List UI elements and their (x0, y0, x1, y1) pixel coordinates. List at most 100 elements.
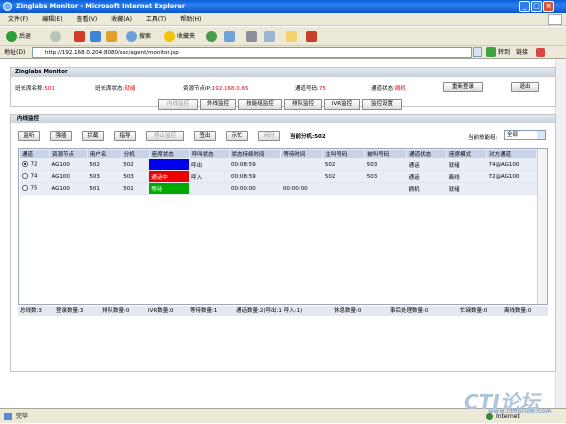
stop-icon (74, 31, 85, 42)
menu-favorites[interactable]: 收藏(A) (111, 16, 132, 23)
column-header[interactable]: 资源节点 (48, 149, 88, 159)
go-arrow-icon[interactable] (486, 47, 496, 57)
stats-bar: 总线数:3 登录数量:3 排队数量:0 IVR数量:0 等待数量:1 通话数量:2(呼出:… (18, 306, 548, 316)
cell-mode: 离线 (446, 170, 487, 183)
tab-settings[interactable]: 监控设置 (362, 99, 402, 110)
relogin-button[interactable]: 重新登录 (443, 82, 483, 92)
tab-external[interactable]: 外线监控 (200, 99, 236, 110)
cell-call: 呼出 (189, 158, 230, 171)
home-button[interactable] (106, 30, 117, 43)
refresh-icon (90, 31, 101, 42)
tab-skillgroup[interactable]: 技能组监控 (238, 99, 282, 110)
intercept-button[interactable]: 拦截 (82, 131, 104, 141)
ip-label: 资源节点IP: (183, 86, 212, 92)
grid-scrollbar[interactable] (537, 149, 547, 304)
address-dropdown-icon[interactable] (473, 47, 482, 57)
cell-callee: 503 (364, 170, 407, 183)
mail-button[interactable] (224, 30, 235, 43)
column-header[interactable]: 用户名 (86, 149, 122, 159)
maximize-button[interactable]: □ (531, 1, 542, 12)
stat-item: 休息数量:0 (334, 308, 362, 314)
table-row[interactable]: 72 AG100 502 502 呼出 00:08:59 502 503 通话 就绪 74@AG10… (19, 158, 537, 171)
page-icon (4, 413, 12, 420)
coach-button[interactable]: 指导 (114, 131, 136, 141)
column-header[interactable]: 对方通道 (485, 149, 538, 159)
go-button[interactable]: 转到 (498, 46, 510, 59)
address-bar: 地址(D) http://192.168.0.204:8080/ssc/agen… (0, 46, 566, 59)
cell-callee (364, 182, 407, 195)
cell-mode: 就绪 (446, 182, 487, 195)
favorites-button[interactable]: 收藏夹 (164, 30, 195, 43)
state-label: 班长席状态: (95, 86, 125, 92)
table-row[interactable]: 75 AG100 501 501 等待 00:00:00 00:00:00 摘机 就绪 (19, 182, 537, 195)
address-input[interactable]: http://192.168.0.204:8080/ssc/agent/moni… (32, 47, 472, 58)
tab-queue[interactable]: 排队监控 (284, 99, 322, 110)
menu-edit[interactable]: 编辑(E) (42, 16, 62, 23)
agent-grid: 通道 资源节点 用户名 分机 座席状态 呼叫状态 状态持续时间 等待时间 主叫号码 被叫号码 通道状… (18, 148, 548, 305)
column-header[interactable]: 座席模式 (446, 149, 487, 159)
history-button[interactable] (206, 30, 219, 43)
links-button[interactable]: 链接 (516, 46, 528, 59)
cell-ext: 501 (121, 182, 150, 195)
channel-number: 75 (30, 185, 38, 192)
folder-button[interactable] (286, 30, 297, 43)
idle-button[interactable]: 闲时 (258, 131, 280, 141)
back-button[interactable]: 后退 (6, 30, 31, 43)
barge-button[interactable]: 强插 (50, 131, 72, 141)
page-scrollbar[interactable] (555, 59, 566, 408)
cell-caller: 502 (322, 158, 365, 171)
menu-tools[interactable]: 工具(T) (146, 16, 166, 23)
channel-value: 75 (318, 86, 326, 92)
channel-number: 72 (30, 161, 38, 168)
stat-item: 登录数量:3 (56, 308, 84, 314)
row-radio[interactable] (21, 185, 28, 192)
current-ext: 当前分机:502 (290, 134, 326, 140)
close-button[interactable]: × (543, 1, 554, 12)
tab-internal[interactable]: 内线监控 (158, 99, 198, 110)
cell-call (189, 182, 230, 195)
row-radio[interactable] (21, 173, 28, 180)
stat-item: 排队数量:0 (102, 308, 130, 314)
signout-button[interactable]: 签出 (194, 131, 216, 141)
column-header[interactable]: 通道状态 (406, 149, 448, 159)
table-row[interactable]: 74 AG100 503 503 通话中 呼入 00:08:59 502 503 通话 离线 72@A… (19, 170, 537, 183)
stop-button[interactable] (74, 30, 85, 43)
stop-monitor-button[interactable]: 停止监控 (146, 131, 184, 141)
tab-ivr[interactable]: IVR监控 (324, 99, 360, 110)
exit-button[interactable]: 退出 (511, 82, 539, 92)
column-header[interactable]: 被叫号码 (364, 149, 408, 159)
column-header[interactable]: 等待时间 (280, 149, 324, 159)
listen-button[interactable]: 监听 (18, 131, 40, 141)
column-header[interactable]: 分机 (120, 149, 150, 159)
cell-ext: 503 (121, 170, 150, 183)
radio-dot (23, 163, 26, 166)
addon-icon[interactable] (536, 48, 545, 57)
cell-user: 502 (87, 158, 122, 171)
print-button[interactable] (246, 30, 257, 43)
tool-button[interactable] (306, 30, 317, 43)
stat-item: 等待数量:1 (190, 308, 218, 314)
cell-dur: 00:00:00 (229, 182, 281, 195)
menu-file[interactable]: 文件(F) (8, 16, 28, 23)
refresh-button[interactable] (90, 30, 101, 43)
print-icon (246, 31, 257, 42)
forward-button[interactable] (50, 30, 63, 43)
minimize-button[interactable]: _ (519, 1, 530, 12)
column-header[interactable]: 状态持续时间 (228, 149, 282, 159)
column-header[interactable]: 通道 (19, 149, 50, 159)
cell-ch: 72 (19, 158, 50, 171)
search-button[interactable]: 搜索 (126, 30, 151, 43)
edit-button[interactable] (264, 30, 275, 43)
column-header[interactable]: 座席状态 (148, 149, 190, 159)
busy-button[interactable]: 示忙 (226, 131, 248, 141)
cell-user: 501 (87, 182, 122, 195)
agent-table: 通道 资源节点 用户名 分机 座席状态 呼叫状态 状态持续时间 等待时间 主叫号码 被叫号码 通道状… (19, 149, 538, 195)
menu-view[interactable]: 查看(V) (76, 16, 97, 23)
row-radio[interactable] (21, 161, 28, 168)
cell-mode: 就绪 (446, 158, 487, 171)
menu-help[interactable]: 帮助(H) (180, 16, 201, 23)
skill-select[interactable]: 全部 (504, 130, 546, 140)
column-header[interactable]: 呼叫状态 (188, 149, 230, 159)
back-arrow-icon (6, 31, 17, 42)
column-header[interactable]: 主叫号码 (322, 149, 366, 159)
